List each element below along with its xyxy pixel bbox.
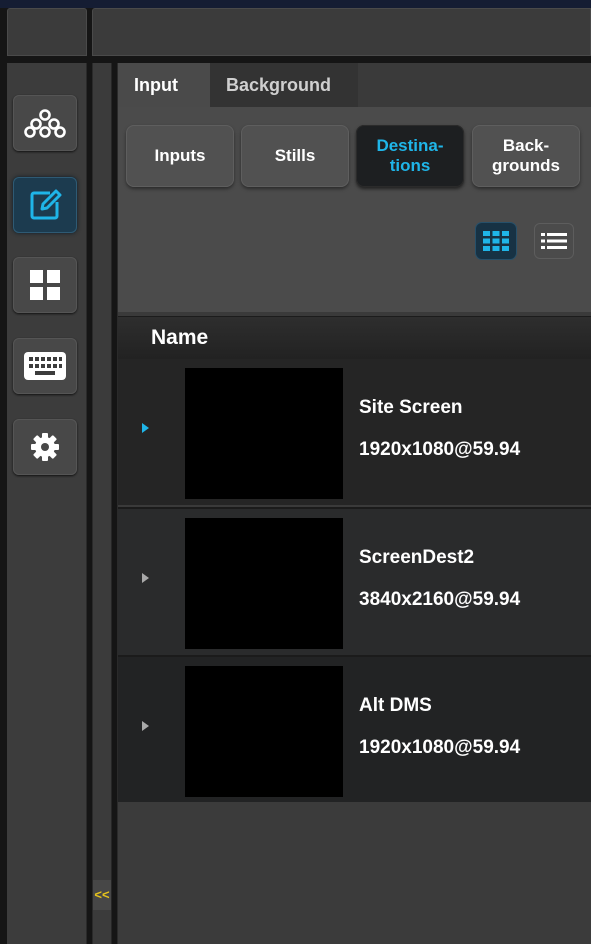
destination-resolution: 1920x1080@59.94 [359, 737, 521, 758]
left-sidebar [7, 63, 87, 944]
inputs-button[interactable]: Inputs [126, 125, 234, 187]
name-column-header-label: Name [151, 326, 209, 349]
expand-arrow-icon[interactable] [142, 573, 149, 583]
destination-name: Alt DMS [359, 695, 432, 716]
destination-resolution: 3840x2160@59.94 [359, 589, 521, 610]
destinations-button[interactable]: Destina- tions [356, 125, 464, 187]
sidebar-item-settings[interactable] [13, 419, 77, 475]
window-top-strip [0, 0, 591, 8]
destination-thumbnail [185, 368, 343, 499]
inputs-button-label: Inputs [154, 146, 206, 165]
sidebar-item-keyboard[interactable] [13, 338, 77, 394]
sidebar-item-network[interactable] [13, 95, 77, 151]
empty-list-area [118, 802, 591, 944]
destination-thumbnail [185, 666, 343, 797]
top-toolbar-left [7, 8, 87, 56]
tab-input[interactable]: Input [118, 63, 210, 107]
list-view-button[interactable] [534, 223, 574, 259]
grid-view-button[interactable] [476, 223, 516, 259]
layout-grid-icon [30, 270, 60, 300]
destination-thumbnail [185, 518, 343, 649]
destination-resolution: 1920x1080@59.94 [359, 439, 521, 460]
sidebar-item-layout[interactable] [13, 257, 77, 313]
table-row[interactable]: Alt DMS 1920x1080@59.94 [118, 655, 591, 803]
table-row[interactable]: ScreenDest2 3840x2160@59.94 [118, 507, 591, 655]
stills-button[interactable]: Stills [241, 125, 349, 187]
network-nodes-icon [24, 109, 66, 138]
sidebar-item-edit[interactable] [13, 177, 77, 233]
stills-button-label: Stills [274, 146, 316, 165]
edit-icon [30, 189, 62, 220]
expand-arrow-icon[interactable] [142, 721, 149, 731]
expand-arrow-icon[interactable] [142, 423, 149, 433]
keyboard-icon [24, 352, 66, 380]
tab-background[interactable]: Background [210, 63, 358, 107]
list-view-icon [541, 233, 567, 249]
destination-name: Site Screen [359, 397, 463, 418]
collapse-panel-button[interactable]: << [93, 880, 111, 910]
grid-view-icon [483, 231, 509, 251]
table-row[interactable]: Site Screen 1920x1080@59.94 [118, 359, 591, 505]
destinations-button-label: Destina- tions [376, 136, 444, 175]
name-column-header[interactable]: Name [118, 316, 591, 360]
main-panel: Input Background Inputs Stills Destina- … [117, 63, 591, 944]
gear-icon [31, 433, 59, 461]
backgrounds-button-label: Back- grounds [492, 136, 560, 175]
destination-name: ScreenDest2 [359, 547, 475, 568]
backgrounds-button[interactable]: Back- grounds [472, 125, 580, 187]
top-toolbar-right [92, 8, 591, 56]
panel-divider: << [92, 63, 112, 944]
tab-panel: Inputs Stills Destina- tions Back- groun… [118, 107, 591, 312]
